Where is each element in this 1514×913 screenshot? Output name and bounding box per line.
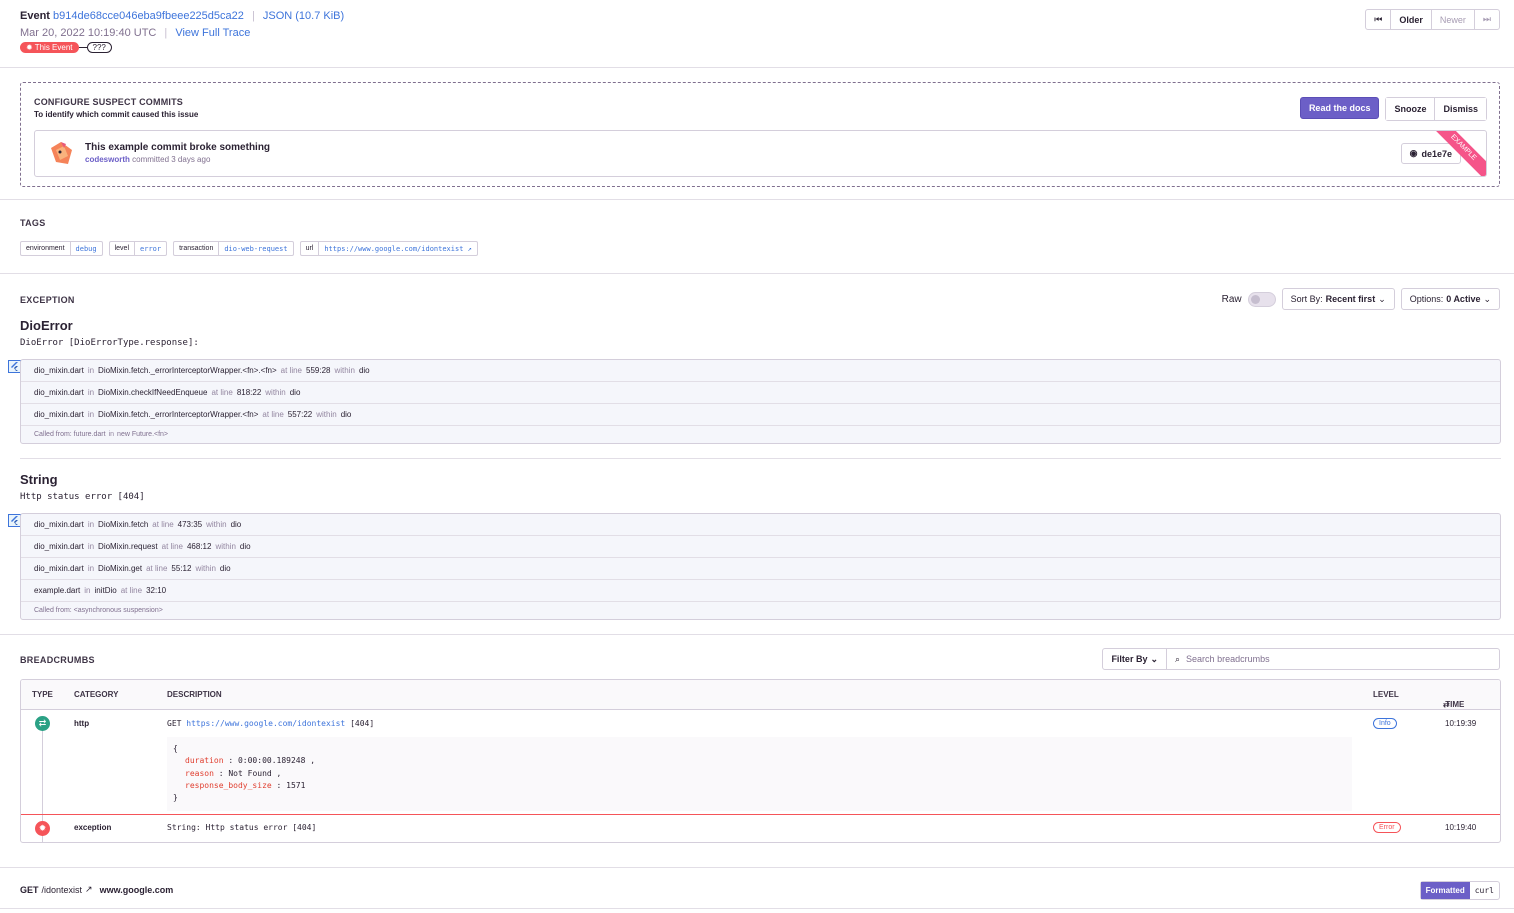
commit-meta: codesworth committed 3 days ago (85, 155, 211, 164)
commit-author: codesworth (85, 155, 130, 164)
breadcrumb-url-link[interactable]: https://www.google.com/idontexist (186, 719, 345, 728)
event-date: Mar 20, 2022 10:19:40 UTC (20, 27, 157, 39)
fire-icon: ✹ (26, 43, 33, 52)
breadcrumb-time: 10:19:40 (1445, 823, 1477, 832)
stack-frame[interactable]: dio_mixin.dart in DioMixin.checkIfNeedEnqu… (21, 382, 1500, 404)
http-icon: ⇄ (35, 716, 50, 731)
exception-icon: ✹ (35, 821, 50, 836)
newer-button[interactable]: Newer (1432, 10, 1475, 29)
stack-frame[interactable]: dio_mixin.dart in DioMixin.request at line 4… (21, 536, 1500, 558)
tags-title: TAGS (20, 218, 46, 228)
commit-title: This example commit broke something (85, 142, 271, 153)
raw-toggle[interactable] (1247, 291, 1276, 307)
called-from: Called from: future.dart in new Future.<fn… (34, 430, 169, 438)
event-pager: ⏮ Older Newer ⏭ (1365, 9, 1500, 30)
breadcrumbs-table: TYPE CATEGORY DESCRIPTION LEVEL ⇄ TIME ⇄… (20, 679, 1501, 843)
breadcrumb-description: String: Http status error [404] (167, 823, 317, 832)
last-event-button[interactable]: ⏭ (1475, 10, 1499, 29)
stack-frame[interactable]: dio_mixin.dart in DioMixin.fetch._errorInt… (21, 360, 1500, 382)
skip-back-icon: ⏮ (1374, 14, 1383, 24)
request-format-toggle: Formatted curl (1419, 881, 1500, 900)
breadcrumb-search-input[interactable]: ⌕ Search breadcrumbs (1167, 648, 1500, 670)
tags-list: environment debug level error transaction d… (20, 241, 478, 256)
exception-type: DioError (20, 318, 73, 333)
chevron-down-icon: ⌄ (1378, 293, 1386, 304)
stack-frame[interactable]: dio_mixin.dart in DioMixin.fetch._errorInt… (21, 404, 1500, 426)
json-link[interactable]: JSON (10.7 KiB) (263, 10, 344, 22)
github-icon: ◉ (1409, 148, 1418, 158)
external-link-icon[interactable]: ↗ (85, 884, 93, 895)
event-header: Event b914de68cce046eba9fbeee225d5ca22 |… (20, 10, 345, 53)
exception-controls: Raw Sort By: Recent first ⌄ Options: 0 Acti… (1222, 288, 1500, 310)
search-icon: ⌕ (1175, 653, 1181, 664)
view-full-trace-link[interactable]: View Full Trace (175, 27, 250, 39)
example-commit: This example commit broke something code… (34, 130, 1487, 177)
breadcrumbs-header: TYPE CATEGORY DESCRIPTION LEVEL ⇄ TIME (21, 680, 1500, 710)
chevron-down-icon: ⌄ (1483, 293, 1491, 304)
request-summary: GET /idontexist ↗ www.google.com (20, 884, 173, 895)
stacktrace-string: dio_mixin.dart in DioMixin.fetch at line 473… (20, 513, 1501, 620)
tag-transaction[interactable]: transaction dio-web-request (173, 241, 294, 256)
request-path: /idontexist (41, 884, 83, 895)
tag-url[interactable]: url https://www.google.com/idontexist ↗ (299, 241, 478, 256)
sort-dropdown[interactable]: Sort By: Recent first ⌄ (1281, 288, 1395, 310)
dismiss-button[interactable]: Dismiss (1435, 98, 1486, 120)
stack-frame[interactable]: dio_mixin.dart in DioMixin.get at line 55:12… (21, 558, 1500, 580)
exception-title: EXCEPTION (20, 295, 75, 305)
unknown-event-badge[interactable]: ??? (86, 42, 112, 53)
breadcrumb-category: exception (74, 823, 112, 832)
raw-label: Raw (1221, 293, 1242, 305)
exception-value: DioError [DioErrorType.response]: (20, 338, 199, 348)
filter-by-dropdown[interactable]: Filter By ⌄ (1102, 648, 1167, 670)
stack-frame[interactable]: dio_mixin.dart in DioMixin.fetch at line 473… (21, 514, 1500, 536)
exception-type: String (20, 472, 58, 487)
breadcrumb-row: ✹ exception String: Http status error [4… (21, 814, 1500, 842)
breadcrumb-time: 10:19:39 (1445, 719, 1477, 728)
suspect-commits-panel: CONFIGURE SUSPECT COMMITS To identify wh… (20, 82, 1500, 187)
options-dropdown[interactable]: Options: 0 Active ⌄ (1400, 288, 1500, 310)
breadcrumb-row: ⇄ http GET https://www.google.com/idonte… (21, 710, 1500, 814)
event-id-link[interactable]: b914de68cce046eba9fbeee225d5ca22 (53, 10, 244, 22)
stack-frame[interactable]: example.dart in initDio at line 32:10 (21, 580, 1500, 602)
tag-environment[interactable]: environment debug (20, 241, 103, 256)
called-from: Called from: <asynchronous suspension> (34, 606, 163, 614)
first-event-button[interactable]: ⏮ (1366, 10, 1392, 29)
this-event-badge[interactable]: ✹ This Event (20, 42, 79, 53)
breadcrumb-category: http (74, 719, 90, 728)
stacktrace-dioerror: dio_mixin.dart in DioMixin.fetch._errorInt… (20, 359, 1501, 444)
external-link-icon[interactable]: ↗ (468, 245, 472, 253)
request-method: GET (20, 884, 39, 895)
breadcrumb-controls: Filter By ⌄ ⌕ Search breadcrumbs (1102, 648, 1500, 670)
event-label: Event (20, 10, 50, 22)
author-avatar (51, 142, 72, 164)
formatted-button[interactable]: Formatted (1420, 882, 1470, 899)
tag-level[interactable]: level error (108, 241, 168, 256)
request-host: www.google.com (99, 884, 174, 895)
older-button[interactable]: Older (1391, 10, 1432, 29)
breadcrumb-description: GET https://www.google.com/idontexist [4… (167, 719, 375, 728)
snooze-button[interactable]: Snooze (1386, 98, 1436, 120)
sort-time-button[interactable]: ⇄ TIME (1443, 690, 1464, 709)
read-docs-button[interactable]: Read the docs (1299, 97, 1380, 119)
chevron-down-icon: ⌄ (1150, 653, 1158, 664)
breadcrumbs-title: BREADCRUMBS (20, 655, 95, 665)
level-badge-error: Error (1373, 822, 1401, 833)
suspect-subtitle: To identify which commit caused this iss… (34, 110, 199, 119)
curl-button[interactable]: curl (1470, 882, 1499, 899)
suspect-title: CONFIGURE SUSPECT COMMITS (34, 97, 184, 107)
exception-value: Http status error [404] (20, 492, 145, 502)
breadcrumb-data: { duration : 0:00:00.189248 , reason : N… (167, 737, 1352, 811)
level-badge-info: Info (1373, 718, 1397, 729)
skip-forward-icon: ⏭ (1482, 14, 1491, 24)
